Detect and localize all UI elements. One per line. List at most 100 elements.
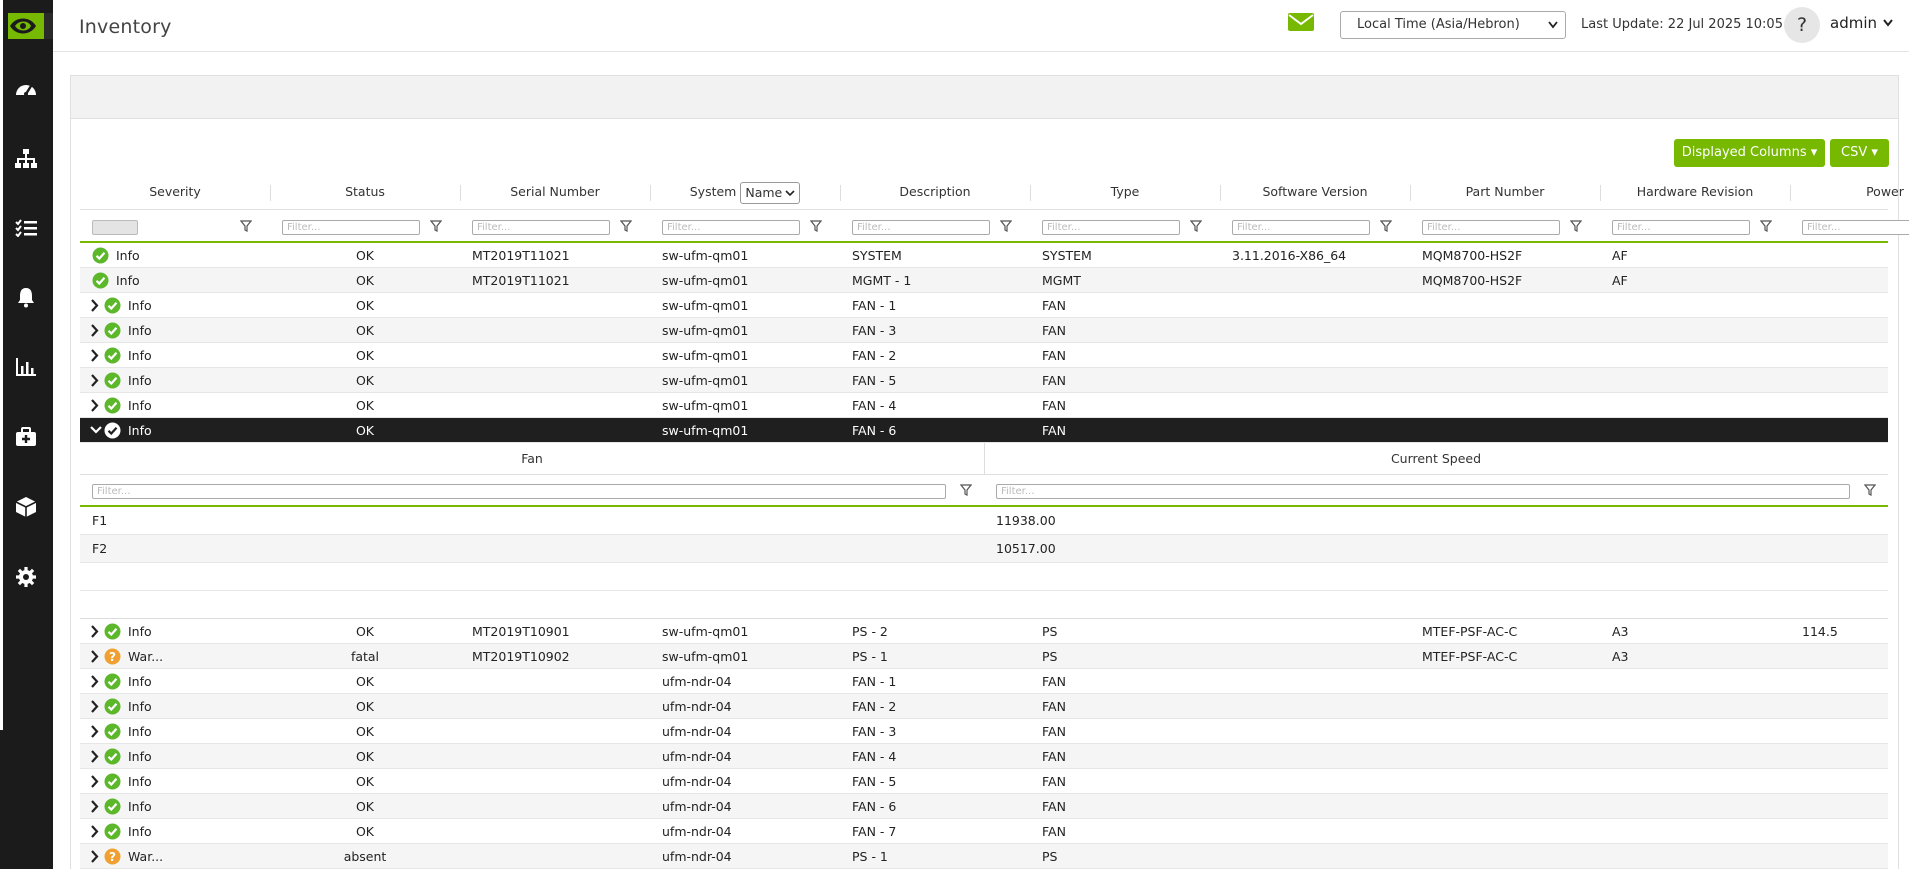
filter-funnel-icon[interactable] bbox=[429, 219, 443, 233]
filter-input-system[interactable]: Filter... bbox=[662, 220, 800, 235]
table-row[interactable]: Info OK sw-ufm-qm01 FAN - 2 FAN bbox=[80, 343, 1888, 368]
column-header-description[interactable]: Description bbox=[840, 174, 1030, 210]
table-row[interactable]: Info OK sw-ufm-qm01 FAN - 4 FAN bbox=[80, 393, 1888, 418]
column-separator[interactable] bbox=[1030, 185, 1031, 201]
column-separator[interactable] bbox=[984, 443, 985, 475]
table-row[interactable]: Info OK sw-ufm-qm01 FAN - 5 FAN bbox=[80, 368, 1888, 393]
column-header-status[interactable]: Status bbox=[270, 174, 460, 210]
column-separator[interactable] bbox=[840, 185, 841, 201]
filter-funnel-icon[interactable] bbox=[1569, 219, 1583, 233]
inventory-box-icon[interactable] bbox=[13, 494, 39, 520]
filter-funnel-icon[interactable] bbox=[619, 219, 633, 233]
subtable-column-header[interactable]: Fan bbox=[80, 443, 984, 475]
filter-funnel-icon[interactable] bbox=[1379, 219, 1393, 233]
subtable-row[interactable]: F1 11938.00 bbox=[80, 507, 1888, 535]
expand-chevron-icon[interactable] bbox=[90, 393, 100, 418]
expand-chevron-icon[interactable] bbox=[90, 794, 100, 819]
expand-chevron-icon[interactable] bbox=[90, 844, 100, 869]
table-row[interactable]: Info OK ufm-ndr-04 FAN - 2 FAN bbox=[80, 694, 1888, 719]
filter-funnel-icon[interactable] bbox=[959, 483, 973, 497]
expand-chevron-icon[interactable] bbox=[90, 644, 100, 669]
filter-funnel-icon[interactable] bbox=[809, 219, 823, 233]
column-header-part-number[interactable]: Part Number bbox=[1410, 174, 1600, 210]
filter-input-description[interactable]: Filter... bbox=[852, 220, 990, 235]
column-separator[interactable] bbox=[1220, 185, 1221, 201]
column-header-severity[interactable]: Severity bbox=[80, 174, 270, 210]
cell-serial-number bbox=[472, 669, 648, 694]
displayed-columns-button[interactable]: Displayed Columns ▾ bbox=[1674, 139, 1825, 167]
column-separator[interactable] bbox=[270, 185, 271, 201]
table-row[interactable]: Info OK sw-ufm-qm01 FAN - 6 FAN bbox=[80, 418, 1888, 443]
dashboard-icon[interactable] bbox=[13, 76, 39, 102]
expand-chevron-icon[interactable] bbox=[90, 368, 100, 393]
expand-chevron-icon[interactable] bbox=[90, 293, 100, 318]
expand-chevron-icon[interactable] bbox=[90, 719, 100, 744]
subtable-filter-input[interactable]: Filter... bbox=[996, 484, 1850, 499]
network-map-icon[interactable] bbox=[13, 146, 39, 172]
expand-chevron-icon[interactable] bbox=[90, 619, 100, 644]
filter-input-serial-number[interactable]: Filter... bbox=[472, 220, 610, 235]
subtable-filter-input[interactable]: Filter... bbox=[92, 484, 946, 499]
column-separator[interactable] bbox=[1600, 185, 1601, 201]
telemetry-chart-icon[interactable] bbox=[13, 354, 39, 380]
expand-chevron-icon[interactable] bbox=[90, 769, 100, 794]
filter-input-power[interactable]: Filter... bbox=[1802, 220, 1909, 235]
column-header-power[interactable]: Power bbox=[1790, 174, 1909, 210]
timezone-select[interactable]: Local Time (Asia/Hebron) bbox=[1340, 11, 1566, 39]
expand-chevron-icon[interactable] bbox=[90, 343, 100, 368]
collapse-chevron-icon[interactable] bbox=[90, 418, 102, 443]
column-separator[interactable] bbox=[1410, 185, 1411, 201]
table-row[interactable]: ? War... absent ufm-ndr-04 PS - 1 PS bbox=[80, 844, 1888, 869]
expand-chevron-icon[interactable] bbox=[90, 318, 100, 343]
filter-funnel-icon[interactable] bbox=[999, 219, 1013, 233]
column-separator[interactable] bbox=[460, 185, 461, 201]
column-header-system[interactable]: System Name bbox=[650, 174, 840, 210]
table-row[interactable]: Info OK ufm-ndr-04 FAN - 4 FAN bbox=[80, 744, 1888, 769]
help-button[interactable]: ? bbox=[1784, 7, 1820, 43]
table-row[interactable]: Info OK ufm-ndr-04 FAN - 7 FAN bbox=[80, 819, 1888, 844]
column-separator[interactable] bbox=[650, 185, 651, 201]
mail-icon[interactable] bbox=[1287, 12, 1315, 32]
table-row[interactable]: Info OK ufm-ndr-04 FAN - 1 FAN bbox=[80, 669, 1888, 694]
expand-chevron-icon[interactable] bbox=[90, 744, 100, 769]
expand-chevron-icon[interactable] bbox=[90, 694, 100, 719]
filter-funnel-icon[interactable] bbox=[1759, 219, 1773, 233]
settings-gear-icon[interactable] bbox=[13, 564, 39, 590]
subtable-column-header[interactable]: Current Speed bbox=[984, 443, 1888, 475]
user-menu[interactable]: admin bbox=[1830, 14, 1894, 32]
subtable-row[interactable]: F2 10517.00 bbox=[80, 535, 1888, 563]
filter-input-part-number[interactable]: Filter... bbox=[1422, 220, 1560, 235]
table-row[interactable]: ? War... fatal MT2019T10902 sw-ufm-qm01 PS - … bbox=[80, 644, 1888, 669]
table-row[interactable]: Info OK MT2019T11021 sw-ufm-qm01 SYSTEM SYSTE… bbox=[80, 243, 1888, 268]
table-row[interactable]: Info OK sw-ufm-qm01 FAN - 3 FAN bbox=[80, 318, 1888, 343]
table-row[interactable]: Info OK MT2019T11021 sw-ufm-qm01 MGMT - 1 MGM… bbox=[80, 268, 1888, 293]
table-row[interactable]: Info OK sw-ufm-qm01 FAN - 1 FAN bbox=[80, 293, 1888, 318]
cell-system: sw-ufm-qm01 bbox=[662, 649, 749, 664]
column-header-type[interactable]: Type bbox=[1030, 174, 1220, 210]
filter-funnel-icon[interactable] bbox=[1863, 483, 1877, 497]
system-display-select[interactable]: Name bbox=[740, 181, 801, 204]
filter-input-software-version[interactable]: Filter... bbox=[1232, 220, 1370, 235]
column-separator[interactable] bbox=[1790, 185, 1791, 201]
filter-input-hardware-revision[interactable]: Filter... bbox=[1612, 220, 1750, 235]
csv-button[interactable]: CSV ▾ bbox=[1830, 139, 1889, 167]
cell-software-version bbox=[1232, 794, 1408, 819]
expand-chevron-icon[interactable] bbox=[90, 819, 100, 844]
events-bell-icon[interactable] bbox=[13, 284, 39, 310]
table-row[interactable]: Info OK ufm-ndr-04 FAN - 6 FAN bbox=[80, 794, 1888, 819]
filter-input-type[interactable]: Filter... bbox=[1042, 220, 1180, 235]
filter-funnel-icon[interactable] bbox=[1189, 219, 1203, 233]
managed-elements-icon[interactable] bbox=[13, 215, 39, 241]
filter-input-status[interactable]: Filter... bbox=[282, 220, 420, 235]
cell-serial-number: MT2019T11021 bbox=[472, 273, 570, 288]
column-header-serial-number[interactable]: Serial Number bbox=[460, 174, 650, 210]
filter-funnel-icon[interactable] bbox=[239, 219, 253, 233]
expand-chevron-icon[interactable] bbox=[90, 669, 100, 694]
table-row[interactable]: Info OK ufm-ndr-04 FAN - 3 FAN bbox=[80, 719, 1888, 744]
severity-filter-select[interactable] bbox=[92, 220, 138, 235]
column-header-software-version[interactable]: Software Version bbox=[1220, 174, 1410, 210]
column-header-hardware-revision[interactable]: Hardware Revision bbox=[1600, 174, 1790, 210]
system-health-icon[interactable] bbox=[13, 424, 39, 450]
table-row[interactable]: Info OK MT2019T10901 sw-ufm-qm01 PS - 2 PS MTE… bbox=[80, 619, 1888, 644]
table-row[interactable]: Info OK ufm-ndr-04 FAN - 5 FAN bbox=[80, 769, 1888, 794]
